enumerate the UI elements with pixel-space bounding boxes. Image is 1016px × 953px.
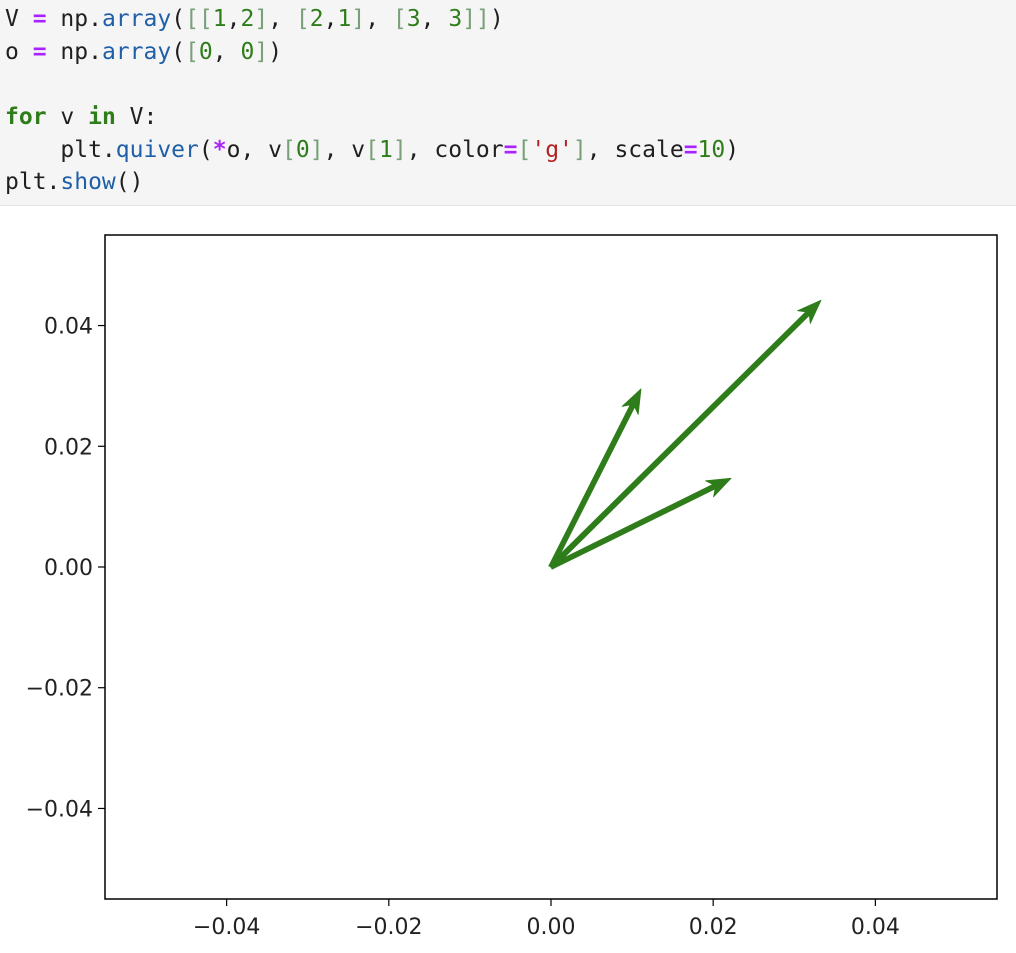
code-line-5: plt.quiver(*o, v[0], v[1], color=['g'], … xyxy=(5,137,740,163)
x-tick-label: −0.02 xyxy=(355,915,422,940)
y-tick-label: 0.02 xyxy=(44,435,93,460)
x-axis-ticks: −0.04 −0.02 0.00 0.02 0.04 xyxy=(193,899,900,940)
y-tick-label: −0.04 xyxy=(26,797,93,822)
x-tick-label: −0.04 xyxy=(193,915,260,940)
y-tick-label: −0.02 xyxy=(26,677,93,702)
code-line-1: V = np.array([[1,2], [2,1], [3, 3]]) xyxy=(5,6,504,32)
y-tick-label: 0.04 xyxy=(44,315,93,340)
code-line-6: plt.show() xyxy=(5,169,144,195)
y-tick-label: 0.00 xyxy=(44,556,93,581)
code-line-2: o = np.array([0, 0]) xyxy=(5,39,283,65)
code-line-4: for v in V: xyxy=(5,104,158,130)
output-area: −0.04 −0.02 0.00 0.02 0.04 −0.04 −0.02 0.00 0.0… xyxy=(0,207,1016,948)
x-tick-label: 0.00 xyxy=(527,915,576,940)
x-tick-label: 0.02 xyxy=(689,915,738,940)
x-tick-label: 0.04 xyxy=(851,915,900,940)
y-axis-ticks: −0.04 −0.02 0.00 0.02 0.04 xyxy=(26,315,105,822)
quiver-plot: −0.04 −0.02 0.00 0.02 0.04 −0.04 −0.02 0.00 0.0… xyxy=(26,234,998,940)
code-cell[interactable]: V = np.array([[1,2], [2,1], [3, 3]]) o =… xyxy=(0,0,1016,206)
